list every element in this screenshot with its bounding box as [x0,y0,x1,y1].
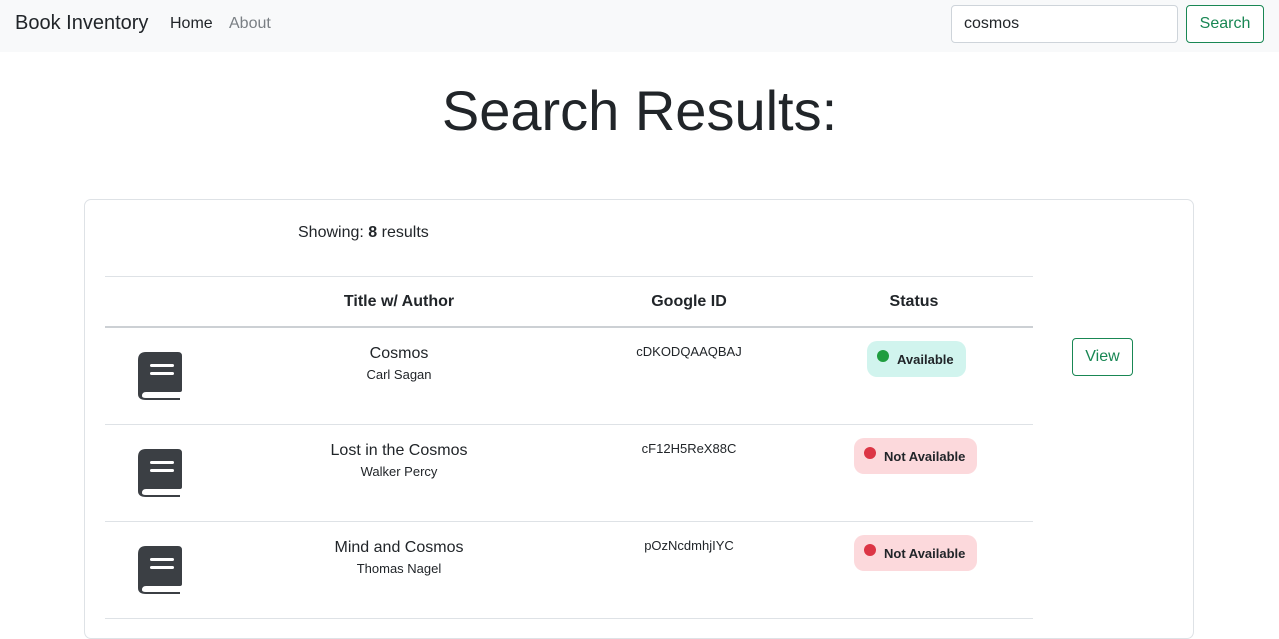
table-row: Lost in the Cosmos Walker Percy cF12H5Re… [105,425,1033,522]
results-table: Title w/ Author Google ID Status Cosmos … [105,276,1033,619]
results-count: 8 [368,224,378,241]
page-title: Search Results: [441,79,838,142]
status-label: Not Available [884,448,966,464]
status-badge: Available [867,341,966,377]
results-summary: Showing: 8 results [298,224,429,242]
status-label: Available [897,351,954,367]
google-id: cF12H5ReX88C [641,441,737,456]
table-header: Title w/ Author Google ID Status [105,276,1033,328]
view-button[interactable]: View [1072,338,1133,376]
navbar: Book Inventory Home About Search [0,0,1279,52]
nav-home-link[interactable]: Home [170,15,213,33]
book-author: Carl Sagan [366,367,432,382]
book-author: Walker Percy [360,464,438,479]
google-id: pOzNcdmhjIYC [644,538,734,553]
book-title-author: Cosmos Carl Sagan [249,344,549,382]
header-title-author: Title w/ Author [343,293,455,310]
status-dot-icon [877,350,889,362]
book-title: Mind and Cosmos [334,539,464,556]
book-author: Thomas Nagel [356,561,442,576]
search-button[interactable]: Search [1186,5,1264,43]
status-badge: Not Available [854,535,978,571]
book-icon [138,352,182,400]
book-icon [138,546,182,594]
book-title-author: Lost in the Cosmos Walker Percy [249,441,549,479]
table-row: Mind and Cosmos Thomas Nagel pOzNcdmhjIY… [105,522,1033,619]
status-badge: Not Available [854,438,978,474]
book-icon [138,449,182,497]
results-card: Showing: 8 results Title w/ Author Googl… [84,199,1194,639]
status-label: Not Available [884,545,966,561]
header-status: Status [889,293,939,310]
showing-label: Showing: [298,224,364,241]
nav-about-link[interactable]: About [229,15,271,33]
brand-link[interactable]: Book Inventory [15,12,148,35]
status-dot-icon [864,447,876,459]
search-input[interactable] [951,5,1178,43]
book-title-author: Mind and Cosmos Thomas Nagel [249,538,549,576]
status-dot-icon [864,544,876,556]
book-title: Lost in the Cosmos [330,442,468,459]
table-row: Cosmos Carl Sagan cDKODQAAQBAJ Available [105,328,1033,425]
google-id: cDKODQAAQBAJ [636,344,742,359]
results-count-suffix: results [381,224,429,241]
header-google-id: Google ID [651,293,727,310]
book-title: Cosmos [369,345,429,362]
